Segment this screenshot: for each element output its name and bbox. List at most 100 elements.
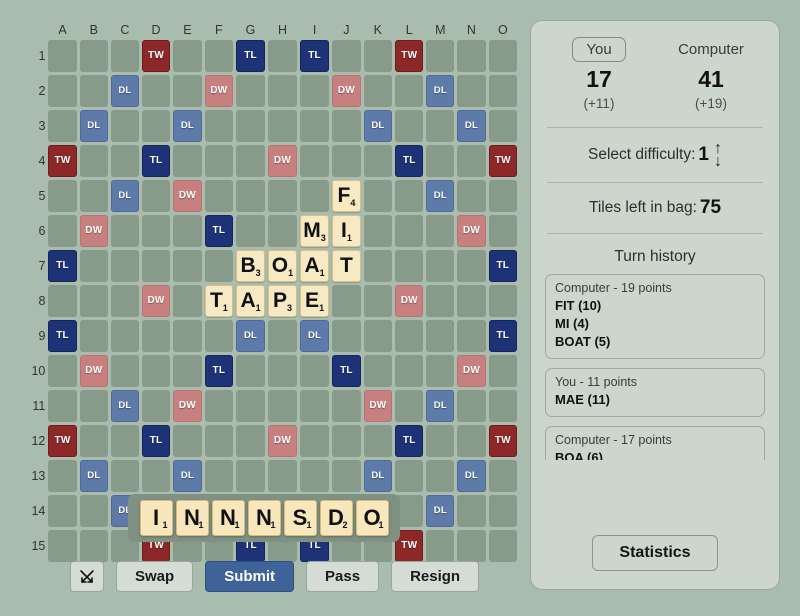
board-cell-G4[interactable] [236,145,265,177]
board-premium-dl-E13[interactable]: DL [173,460,202,492]
board-premium-tw-O4[interactable]: TW [488,145,517,177]
board-cell-A13[interactable] [48,460,77,492]
board-cell-A3[interactable] [48,110,77,142]
board-cell-B11[interactable] [79,390,109,422]
board-premium-tl-L4[interactable]: TL [395,145,424,177]
board-premium-dw-E11[interactable]: DW [173,390,202,422]
board-cell-K10[interactable] [363,355,393,387]
board-cell-K9[interactable] [363,320,393,352]
board-cell-B14[interactable] [79,495,109,527]
pass-button[interactable]: Pass [306,561,380,592]
board-premium-tl-D12[interactable]: TL [141,425,171,457]
rack-tile[interactable]: I1 [139,500,173,536]
board-premium-tl-D4[interactable]: TL [141,145,171,177]
board-cell-N5[interactable] [457,180,486,212]
board-cell-E2[interactable] [173,75,202,107]
board-cell-C9[interactable] [111,320,139,352]
board-cell-K7[interactable] [363,250,393,282]
board-cell-M15[interactable] [426,530,455,562]
board-cell-B15[interactable] [79,530,109,562]
board-cell-E1[interactable] [173,40,202,72]
board-cell-C10[interactable] [111,355,139,387]
board-cell-E10[interactable] [173,355,202,387]
board-cell-L13[interactable] [395,460,424,492]
board-cell-F3[interactable] [204,110,234,142]
rack-tile[interactable]: N1 [247,500,281,536]
board-cell-A14[interactable] [48,495,77,527]
board-cell-F9[interactable] [204,320,234,352]
board-cell-M13[interactable] [426,460,455,492]
board-premium-dl-E3[interactable]: DL [173,110,202,142]
board-cell-K4[interactable] [363,145,393,177]
board-cell-K6[interactable] [363,215,393,247]
board-cell-G13[interactable] [236,460,265,492]
board-cell-A1[interactable] [48,40,77,72]
board-cell-C13[interactable] [111,460,139,492]
turn-history-card[interactable]: Computer - 17 pointsBOA (6)BA (4) [545,425,765,461]
board-premium-dw-B10[interactable]: DW [79,355,109,387]
board-premium-dw-B6[interactable]: DW [79,215,109,247]
board-cell-O5[interactable] [488,180,517,212]
board-cell-N14[interactable] [457,495,486,527]
board-cell-D9[interactable] [141,320,171,352]
board-cell-G2[interactable] [236,75,265,107]
board-cell-M10[interactable] [426,355,455,387]
board-premium-dl-C11[interactable]: DL [111,390,139,422]
board-premium-tl-O7[interactable]: TL [488,250,517,282]
board-cell-O2[interactable] [488,75,517,107]
board-cell-O8[interactable] [488,285,517,317]
board-cell-K5[interactable] [363,180,393,212]
board-premium-dl-M14[interactable]: DL [426,495,455,527]
board-premium-tl-L12[interactable]: TL [395,425,424,457]
board-cell-B7[interactable] [79,250,109,282]
board-premium-dw-L8[interactable]: DW [395,285,424,317]
board-cell-G6[interactable] [236,215,265,247]
board-cell-D3[interactable] [141,110,171,142]
board-cell-E4[interactable] [173,145,202,177]
board-cell-M3[interactable] [426,110,455,142]
board-premium-dw-H12[interactable]: DW [267,425,297,457]
player-you-name[interactable]: You [572,37,626,62]
board-cell-N11[interactable] [457,390,486,422]
board-cell-N8[interactable] [457,285,486,317]
shuffle-button[interactable] [70,561,104,592]
rack-tile[interactable]: D2 [319,500,353,536]
board-premium-dl-K13[interactable]: DL [363,460,393,492]
board-cell-F7[interactable] [204,250,234,282]
rack-tile[interactable]: N1 [175,500,209,536]
board-cell-O1[interactable] [488,40,517,72]
difficulty-stepper[interactable]: ↑ ↓ [714,140,722,169]
board-cell-J4[interactable] [332,145,361,177]
board-cell-J3[interactable] [332,110,361,142]
board-cell-F5[interactable] [204,180,234,212]
board-cell-G3[interactable] [236,110,265,142]
board-cell-A11[interactable] [48,390,77,422]
board-cell-D10[interactable] [141,355,171,387]
board-cell-M8[interactable] [426,285,455,317]
board-cell-L5[interactable] [395,180,424,212]
board-tile-I7[interactable]: A1 [299,250,330,282]
board-cell-C1[interactable] [111,40,139,72]
board-cell-E12[interactable] [173,425,202,457]
board-premium-tl-I1[interactable]: TL [299,40,330,72]
turn-history-card[interactable]: Computer - 19 points FIT (10) MI (4) BOAT (… [545,274,765,360]
board-tile-G8[interactable]: A1 [236,285,265,317]
board-cell-G5[interactable] [236,180,265,212]
board-tile-G7[interactable]: B3 [236,250,265,282]
board-cell-O10[interactable] [488,355,517,387]
board-premium-dw-D8[interactable]: DW [141,285,171,317]
board-cell-G11[interactable] [236,390,265,422]
board-cell-F1[interactable] [204,40,234,72]
board-cell-F11[interactable] [204,390,234,422]
board-premium-dw-K11[interactable]: DW [363,390,393,422]
board-cell-C8[interactable] [111,285,139,317]
board-tile-F8[interactable]: T1 [204,285,234,317]
board-premium-dl-M5[interactable]: DL [426,180,455,212]
board-tile-I6[interactable]: M3 [299,215,330,247]
submit-button[interactable]: Submit [205,561,295,592]
board-tile-H7[interactable]: O1 [267,250,297,282]
board-cell-G12[interactable] [236,425,265,457]
board-cell-D2[interactable] [141,75,171,107]
board-cell-K8[interactable] [363,285,393,317]
board-cell-L3[interactable] [395,110,424,142]
